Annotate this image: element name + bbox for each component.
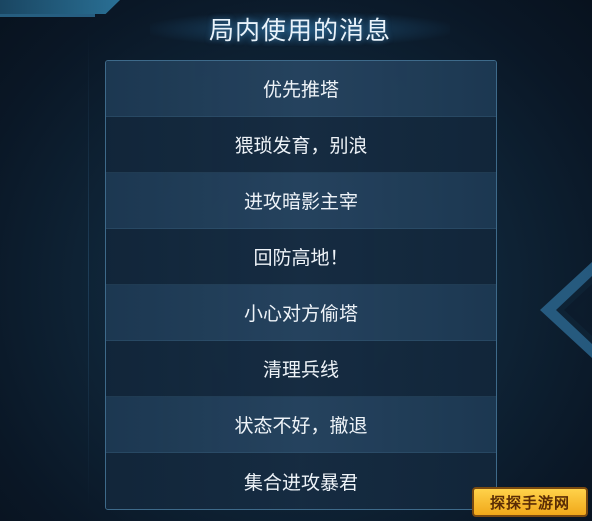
top-left-accent-line: [0, 14, 95, 17]
message-item-group-tyrant[interactable]: 集合进攻暴君: [106, 453, 496, 509]
message-item-attack-overlord[interactable]: 进攻暗影主宰: [106, 173, 496, 229]
message-item-push-tower[interactable]: 优先推塔: [106, 61, 496, 117]
panel-title: 局内使用的消息: [208, 16, 391, 45]
panel-header: 局内使用的消息: [150, 8, 450, 50]
message-item-clear-wave[interactable]: 清理兵线: [106, 341, 496, 397]
chevron-left-icon: [540, 262, 592, 358]
message-item-retreat[interactable]: 状态不好，撤退: [106, 397, 496, 453]
left-divider-line: [88, 30, 89, 510]
site-logo: 探探手游网: [472, 487, 588, 517]
quick-message-list: 优先推塔 猥琐发育，别浪 进攻暗影主宰 回防高地！ 小心对方偷塔 清理兵线 状态…: [105, 60, 497, 510]
message-item-watch-backdoor[interactable]: 小心对方偷塔: [106, 285, 496, 341]
message-item-play-safe[interactable]: 猥琐发育，别浪: [106, 117, 496, 173]
message-item-defend-base[interactable]: 回防高地！: [106, 229, 496, 285]
top-left-decoration: [0, 0, 120, 14]
